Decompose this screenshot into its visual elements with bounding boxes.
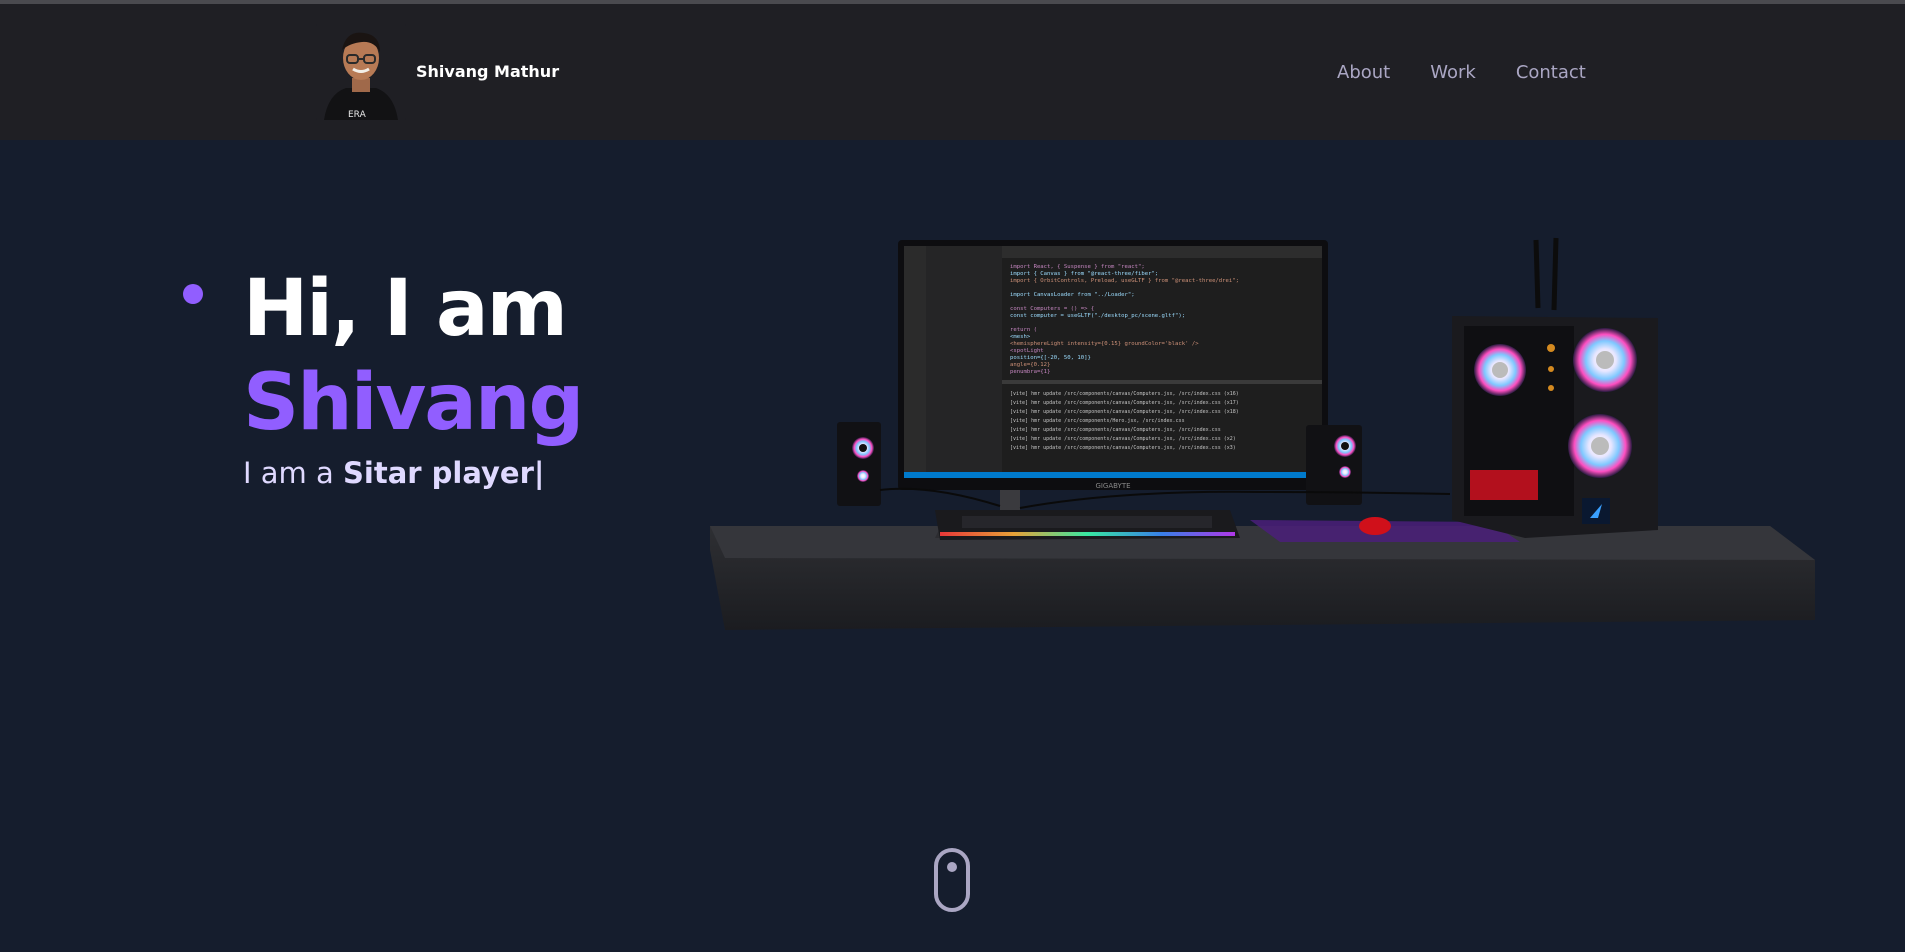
avatar[interactable]: ERA <box>316 24 406 120</box>
brand-name[interactable]: Shivang Mathur <box>416 62 559 81</box>
hero-subtitle: I am a Sitar player| <box>243 456 545 490</box>
terminal-line: [vite] hmr update /src/components/Hero.j… <box>1010 418 1185 424</box>
code-line: const computer = useGLTF("./desktop_pc/s… <box>1010 313 1185 319</box>
terminal-line: [vite] hmr update /src/components/canvas… <box>1010 409 1239 415</box>
code-line: const Computers = () => { <box>1010 306 1094 312</box>
terminal-line: [vite] hmr update /src/components/canvas… <box>1010 391 1239 397</box>
hero-greeting: Hi, I am <box>243 264 568 354</box>
code-line: angle={0.12} <box>1010 362 1050 368</box>
nav-links: About Work Contact <box>1337 62 1586 83</box>
code-line: <mesh> <box>1010 334 1031 340</box>
terminal-line: [vite] hmr update /src/components/canvas… <box>1010 436 1236 442</box>
desktop-pc-3d-scene[interactable]: GIGABYTE import React, { Suspense } from… <box>700 220 1830 700</box>
hero-section: Hi, I am Shivang I am a Sitar player| GI… <box>0 140 1905 952</box>
navbar: ERA Shivang Mathur About Work Contact <box>0 4 1905 140</box>
svg-text:ERA: ERA <box>348 110 367 120</box>
terminal-line: [vite] hmr update /src/components/canvas… <box>1010 427 1221 433</box>
nav-link-about[interactable]: About <box>1337 62 1390 83</box>
code-line: <hemisphereLight intensity={0.15} ground… <box>1010 341 1199 347</box>
code-line: import { OrbitControls, Preload, useGLTF… <box>1010 278 1239 284</box>
code-line: return ( <box>1010 327 1037 333</box>
hero-heading: Hi, I am Shivang <box>243 262 584 450</box>
hero-subtitle-prefix: I am a <box>243 456 343 490</box>
terminal-line: [vite] hmr update /src/components/canvas… <box>1010 400 1239 406</box>
code-line: position={[-20, 50, 10]} <box>1010 355 1091 361</box>
terminal-line: [vite] hmr update /src/components/canvas… <box>1010 445 1236 451</box>
code-line: import React, { Suspense } from "react"; <box>1010 264 1145 270</box>
code-line: <spotLight <box>1010 348 1044 354</box>
hero-subtitle-role: Sitar player| <box>343 456 545 490</box>
scroll-down-button[interactable] <box>934 848 970 912</box>
nav-link-work[interactable]: Work <box>1430 62 1476 83</box>
code-line: import CanvasLoader from "../Loader"; <box>1010 292 1135 298</box>
monitor-brand: GIGABYTE <box>1095 482 1130 490</box>
code-line: penumbra={1} <box>1010 369 1050 375</box>
nav-link-contact[interactable]: Contact <box>1516 62 1586 83</box>
accent-dot <box>183 284 203 304</box>
hero-name: Shivang <box>243 358 584 448</box>
mouse-scroll-icon <box>947 862 957 872</box>
code-line: import { Canvas } from "@react-three/fib… <box>1010 271 1158 277</box>
